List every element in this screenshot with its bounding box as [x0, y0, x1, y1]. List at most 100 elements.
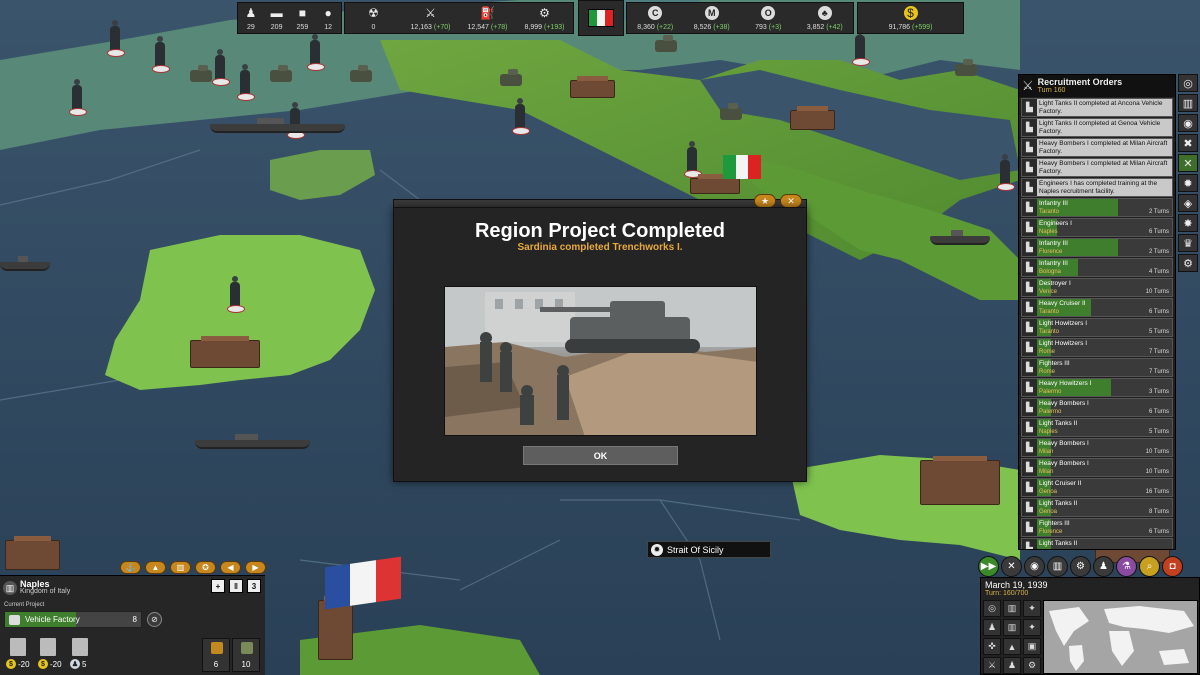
recruitment-order-item[interactable]: ▙ Heavy Bombers I Milan 10 Turns: [1021, 438, 1173, 457]
recruitment-order-item[interactable]: ▙ Fighters III Rome 7 Turns: [1021, 358, 1173, 377]
tank-unit[interactable]: [500, 69, 522, 86]
infantry-unit[interactable]: [237, 64, 255, 101]
infantry-unit[interactable]: [852, 29, 870, 66]
next-region-icon[interactable]: ▶: [245, 561, 266, 574]
infantry-unit[interactable]: [307, 34, 325, 71]
globe-icon[interactable]: ◎: [1178, 74, 1198, 92]
military-icon[interactable]: ✕: [1178, 154, 1198, 172]
research-icon[interactable]: ♛: [1178, 234, 1198, 252]
tank-resource[interactable]: ■ 259: [290, 3, 316, 33]
recruitment-order-item[interactable]: ▙ Engineers I Naples 6 Turns: [1021, 218, 1173, 237]
infantry-unit[interactable]: [107, 20, 125, 57]
population-icon[interactable]: ♟: [1093, 556, 1114, 577]
infantry-unit[interactable]: [152, 36, 170, 73]
recruitment-order-item[interactable]: ▙ Heavy Bombers I Palermo 6 Turns: [1021, 398, 1173, 417]
recruitment-order-item[interactable]: ▙ Destroyer I Venice 10 Turns: [1021, 278, 1173, 297]
recruitment-order-item[interactable]: ▙ Infantry III Florence 2 Turns: [1021, 238, 1173, 257]
recruitment-order-item[interactable]: ▙ Infantry III Taranto 2 Turns: [1021, 198, 1173, 217]
building-icon[interactable]: [72, 638, 88, 656]
terrain-mode-icon[interactable]: ▲: [1003, 638, 1021, 655]
bomb-resource[interactable]: ● 12: [315, 3, 341, 33]
building-icon[interactable]: ▥: [1047, 556, 1068, 577]
infantry-unit[interactable]: [212, 49, 230, 86]
end-turn-icon[interactable]: ▶▶: [978, 556, 999, 577]
ship-unit[interactable]: [0, 256, 50, 271]
tools-icon[interactable]: ✖: [1178, 134, 1198, 152]
completed-order-item[interactable]: ▙ Light Tanks II completed at Genoa Vehic…: [1021, 118, 1173, 137]
infantry-unit[interactable]: [227, 276, 245, 313]
previous-region-icon[interactable]: ◀: [220, 561, 241, 574]
region-stat-box-2[interactable]: 10: [232, 638, 260, 672]
star-icon[interactable]: ★: [754, 194, 776, 208]
settings-icon[interactable]: ⚙: [1178, 254, 1198, 272]
slot-count-badge[interactable]: 3: [247, 579, 261, 593]
recruitment-order-item[interactable]: ▙ Infantry III Bologna 4 Turns: [1021, 258, 1173, 277]
region-mode-icon[interactable]: ▣: [1023, 638, 1041, 655]
money-resource[interactable]: $ 91,786 (+599): [858, 3, 963, 33]
tank-unit[interactable]: [955, 59, 977, 76]
flask-icon[interactable]: ⚗: [1116, 556, 1137, 577]
city-building[interactable]: [318, 596, 353, 660]
infantry-unit[interactable]: [69, 79, 87, 116]
resource-mode-icon[interactable]: ✦: [1023, 600, 1041, 617]
metal-resource[interactable]: M 8,526 (+38): [684, 3, 741, 33]
city-building[interactable]: [790, 106, 835, 130]
tank-unit[interactable]: [655, 35, 677, 52]
city-building[interactable]: [920, 456, 1000, 505]
gear-icon[interactable]: ⚙: [1070, 556, 1091, 577]
diplomacy-icon[interactable]: ◉: [1178, 114, 1198, 132]
battle-icon[interactable]: ✕: [1001, 556, 1022, 577]
anchor-icon[interactable]: ⚓: [120, 561, 141, 574]
completed-order-item[interactable]: ▙ Heavy Bombers I completed at Milan Airc…: [1021, 158, 1173, 177]
battleship-unit[interactable]: [210, 118, 345, 133]
globe-mode-icon[interactable]: ◎: [983, 600, 1001, 617]
infantry-unit[interactable]: [997, 154, 1015, 191]
nation-flag-box[interactable]: [578, 0, 624, 36]
fire-icon[interactable]: ✹: [1178, 174, 1198, 192]
industry-mode-icon[interactable]: ⚙: [1023, 657, 1041, 674]
add-building-icon[interactable]: +: [211, 579, 225, 593]
recruitment-order-item[interactable]: ▙ Fighters III Florence 6 Turns: [1021, 518, 1173, 537]
target-icon[interactable]: ✪: [195, 561, 216, 574]
shield-icon[interactable]: ◈: [1178, 194, 1198, 212]
cruiser-unit[interactable]: [930, 230, 990, 245]
industry-resource[interactable]: ⚙ 8,999 (+193): [516, 3, 573, 33]
population-mode-icon[interactable]: ♟: [983, 619, 1001, 636]
city-building[interactable]: [190, 336, 260, 368]
completed-order-item[interactable]: ▙ Engineers I has completed training at t…: [1021, 178, 1173, 197]
recruitment-order-item[interactable]: ▙ Heavy Cruiser II Taranto 6 Turns: [1021, 298, 1173, 317]
strait-of-sicily-label[interactable]: ✹ Strait Of Sicily: [647, 541, 771, 558]
battle-mode-icon[interactable]: ⚔: [983, 657, 1001, 674]
infantry-resource[interactable]: ♟ 29: [238, 3, 264, 33]
recruitment-order-item[interactable]: ▙ Light Tanks II Genoa 8 Turns: [1021, 498, 1173, 517]
building-mode-icon[interactable]: ▥: [1003, 619, 1021, 636]
truck-resource[interactable]: ▬ 209: [264, 3, 290, 33]
recruitment-order-item[interactable]: ▙ Light Tanks II Naples 5 Turns: [1021, 418, 1173, 437]
camera-icon[interactable]: ◘: [1162, 556, 1183, 577]
tank-unit[interactable]: [270, 65, 292, 82]
barracks-icon[interactable]: ▲: [145, 561, 166, 574]
building-icon[interactable]: [40, 638, 56, 656]
city-mode-icon[interactable]: ▥: [1003, 600, 1021, 617]
manpower-resource[interactable]: ⚔ 12,163 (+70): [402, 3, 459, 33]
oil-drop-resource[interactable]: O 793 (+3): [740, 3, 797, 33]
infantry-unit[interactable]: [512, 98, 530, 135]
recruitment-order-item[interactable]: ▙ Light Tanks II: [1021, 538, 1173, 549]
recruitment-order-item[interactable]: ▙ Light Howitzers I Rome 7 Turns: [1021, 338, 1173, 357]
search-icon[interactable]: ⌕: [1139, 556, 1160, 577]
queue-icon[interactable]: ‖: [229, 579, 243, 593]
current-project-bar[interactable]: Vehicle Factory 8: [4, 611, 142, 628]
recruitment-order-item[interactable]: ▙ Heavy Howitzers I Palermo 3 Turns: [1021, 378, 1173, 397]
building-icon[interactable]: [10, 638, 26, 656]
city-building[interactable]: [5, 536, 60, 570]
recruitment-order-item[interactable]: ▙ Light Cruiser II Genoa 16 Turns: [1021, 478, 1173, 497]
world-icon[interactable]: ◉: [1024, 556, 1045, 577]
cancel-project-icon[interactable]: ⊘: [147, 612, 162, 627]
city-building[interactable]: [570, 76, 615, 98]
tank-unit[interactable]: [720, 103, 742, 120]
factory-icon[interactable]: ▥: [170, 561, 191, 574]
region-stat-box-1[interactable]: 6: [202, 638, 230, 672]
unit-mode-icon[interactable]: ♟: [1003, 657, 1021, 674]
completed-order-item[interactable]: ▙ Heavy Bombers I completed at Milan Airc…: [1021, 138, 1173, 157]
coal-resource[interactable]: C 8,360 (+22): [627, 3, 684, 33]
